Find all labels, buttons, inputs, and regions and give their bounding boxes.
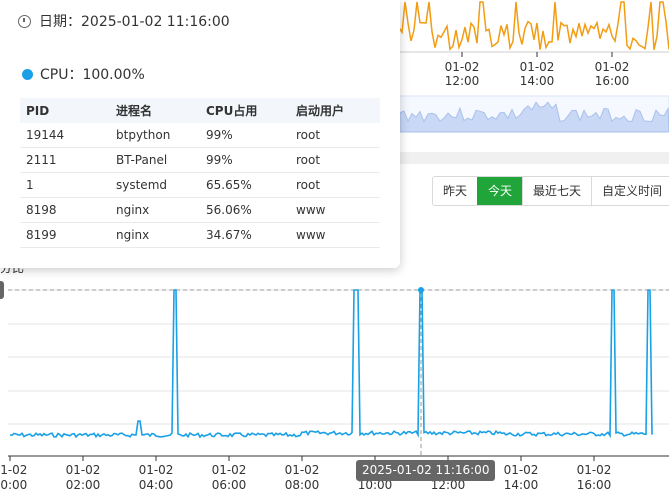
- cell-name: BT-Panel: [110, 147, 200, 173]
- y-axis-pointer-tag: [0, 281, 4, 299]
- column-header-user: 启动用户: [290, 98, 380, 123]
- cell-cpu: 34.67%: [200, 222, 290, 248]
- x-tick-time: 08:00: [285, 478, 320, 492]
- tooltip-metric-text: CPU：100.00%: [40, 67, 145, 83]
- x-axis-tick-labels: 01-0200:0001-0202:0001-0204:0001-0206:00…: [0, 456, 611, 492]
- x-tick-time: 04:00: [139, 478, 174, 492]
- cell-cpu: 56.06%: [200, 197, 290, 223]
- cell-name: systemd: [110, 172, 200, 198]
- upper-tick-date: 01-02: [595, 60, 630, 74]
- upper-tick-time: 14:00: [520, 74, 555, 88]
- cell-user: www: [290, 222, 380, 248]
- cell-user: www: [290, 197, 380, 223]
- x-tick-date: 01-02: [139, 463, 174, 477]
- column-header-cpu: CPU占用: [200, 98, 290, 123]
- upper-tick-time: 16:00: [595, 74, 630, 88]
- x-tick-date: 01-02: [66, 463, 101, 477]
- tooltip-metric: CPU：100.00%: [22, 64, 145, 84]
- table-header-row: PID 进程名 CPU占用 启动用户: [20, 98, 380, 123]
- table-row: 1 systemd 65.65% root: [20, 172, 380, 198]
- x-tick-time: 02:00: [66, 478, 101, 492]
- tab-today[interactable]: 今天: [477, 177, 523, 205]
- x-tick-time: 06:00: [212, 478, 247, 492]
- cell-name: btpython: [110, 123, 200, 148]
- tooltip-date: 日期：2025-01-02 11:16:00: [18, 11, 230, 31]
- table-row: 2111 BT-Panel 99% root: [20, 147, 380, 173]
- upper-tick-labels: 01-0212:0001-0214:0001-0216:00: [445, 52, 630, 88]
- upper-tick-time: 12:00: [445, 74, 480, 88]
- x-tick-time: 14:00: [504, 478, 539, 492]
- cell-name: nginx: [110, 197, 200, 223]
- cell-cpu: 99%: [200, 147, 290, 173]
- cpu-series-line: [9, 289, 653, 439]
- cell-pid: 1: [20, 172, 110, 198]
- clock-icon: [18, 14, 31, 28]
- cell-user: root: [290, 172, 380, 198]
- x-tick-date: 01-02: [212, 463, 247, 477]
- tab-yesterday[interactable]: 昨天: [433, 177, 478, 205]
- x-tick-date: 01-02: [577, 463, 612, 477]
- x-tick-date: 01-02: [285, 463, 320, 477]
- x-axis-pointer-label: 2025-01-02 11:16:00: [356, 460, 496, 481]
- table-row: 19144 btpython 99% root: [20, 123, 380, 148]
- cell-pid: 2111: [20, 147, 110, 173]
- cell-cpu: 65.65%: [200, 172, 290, 198]
- x-tick-time: 16:00: [577, 478, 612, 492]
- tab-custom-time[interactable]: 自定义时间: [591, 177, 669, 205]
- upper-tick-date: 01-02: [445, 60, 480, 74]
- cell-user: root: [290, 123, 380, 148]
- cell-name: nginx: [110, 222, 200, 248]
- time-range-tabs: 昨天 今天 最近七天 自定义时间: [432, 176, 669, 206]
- x-tick-date: 01-02: [0, 463, 27, 477]
- x-tick-date: 01-02: [504, 463, 539, 477]
- cell-pid: 8198: [20, 197, 110, 223]
- cell-pid: 19144: [20, 123, 110, 148]
- cell-cpu: 99%: [200, 123, 290, 148]
- hover-point: [418, 287, 424, 293]
- column-header-pid: PID: [20, 98, 110, 123]
- chart-tooltip: 日期：2025-01-02 11:16:00 CPU：100.00% PID 进…: [0, 0, 400, 268]
- tooltip-date-text: 日期：2025-01-02 11:16:00: [39, 14, 230, 30]
- cell-user: root: [290, 147, 380, 173]
- upper-tick-date: 01-02: [520, 60, 555, 74]
- x-tick-time: 00:00: [0, 478, 27, 492]
- upper-series-line: [389, 1, 669, 51]
- table-row: 8198 nginx 56.06% www: [20, 197, 380, 223]
- cell-pid: 8199: [20, 222, 110, 248]
- tab-last-seven-days[interactable]: 最近七天: [522, 177, 592, 205]
- table-row: 8199 nginx 34.67% www: [20, 222, 380, 248]
- column-header-name: 进程名: [110, 98, 200, 123]
- chart-gridlines: [8, 289, 669, 425]
- series-dot-icon: [22, 68, 33, 80]
- process-table: PID 进程名 CPU占用 启动用户 19144 btpython 99% ro…: [20, 98, 380, 248]
